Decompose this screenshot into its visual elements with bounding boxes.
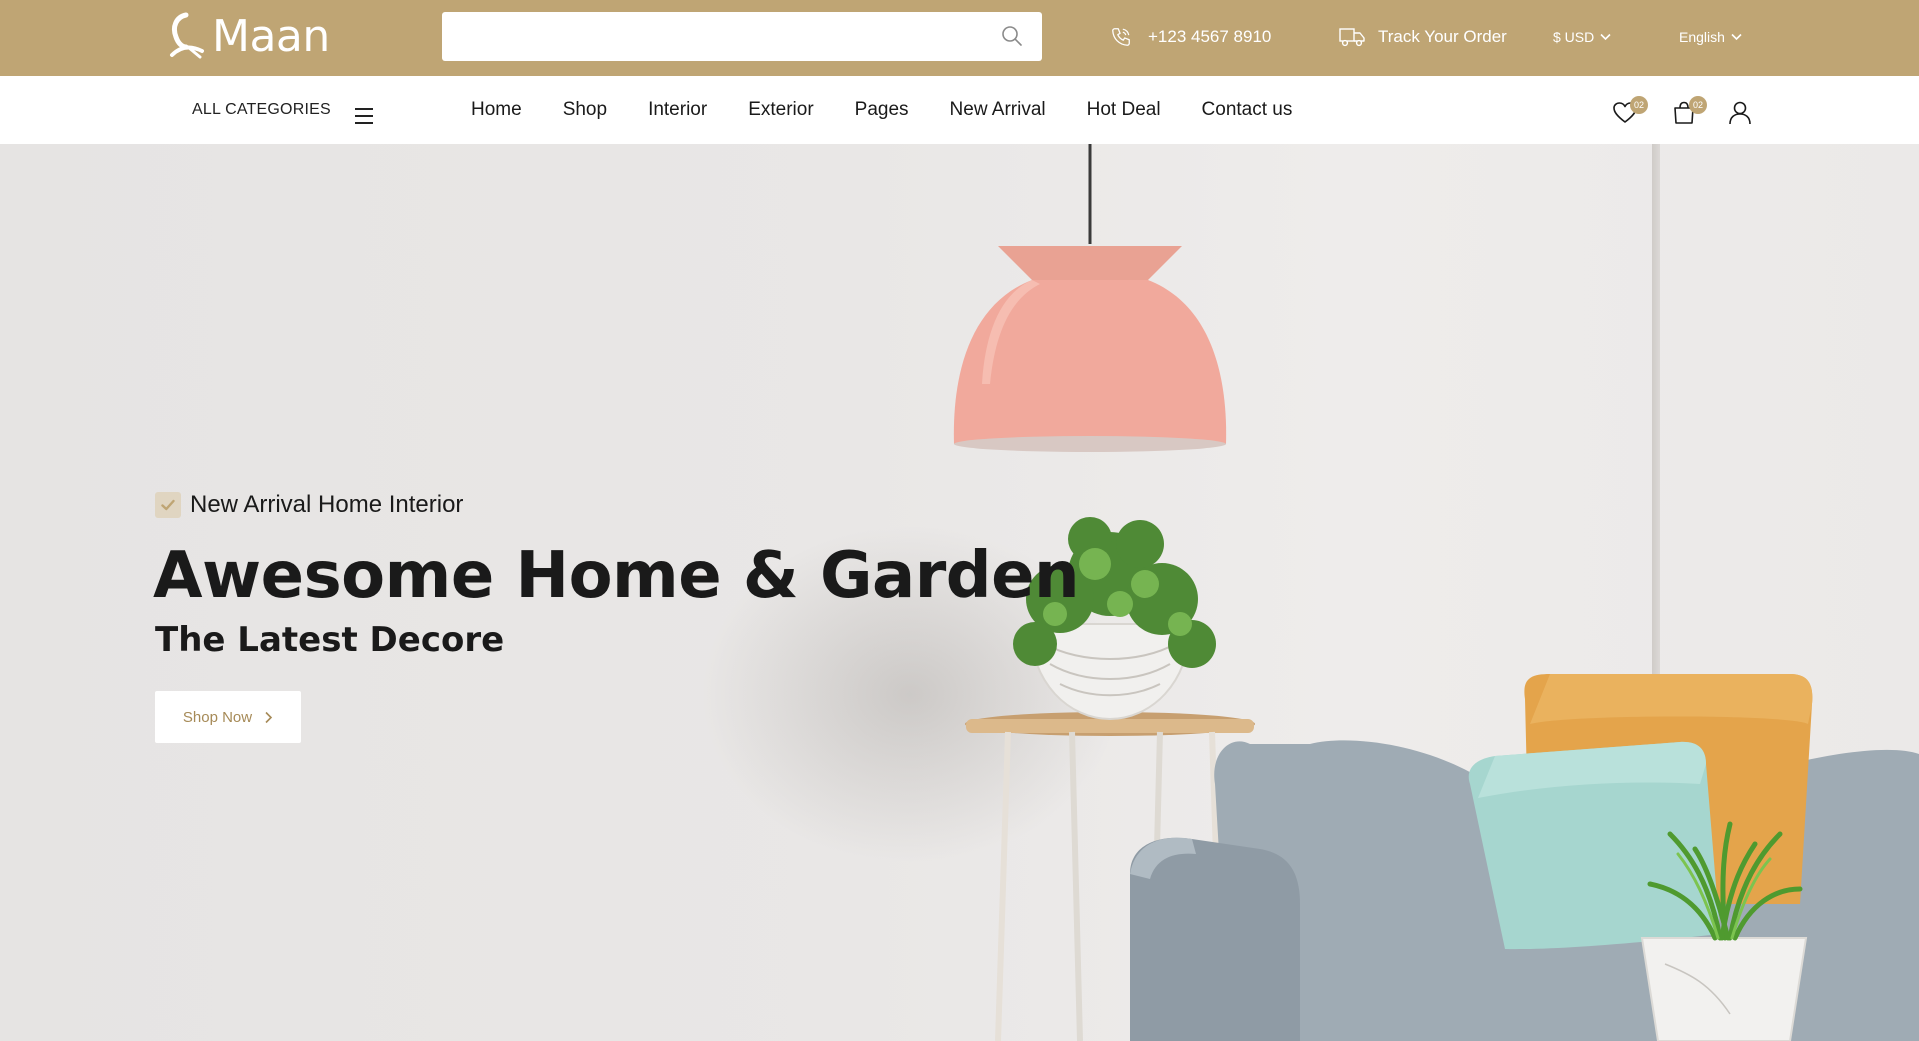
nav-link-exterior[interactable]: Exterior — [748, 96, 813, 124]
phone-number: +123 4567 8910 — [1148, 27, 1272, 46]
brand-name: Maan — [212, 10, 330, 62]
check-icon — [155, 492, 181, 518]
user-icon — [1729, 101, 1751, 125]
all-categories-button[interactable]: ALL CATEGORIES — [192, 98, 331, 122]
hero-subtitle: The Latest Decore — [155, 620, 505, 660]
shop-now-label: Shop Now — [182, 708, 253, 726]
track-order-link[interactable]: Track Your Order — [1338, 22, 1507, 52]
nav-link-new-arrival[interactable]: New Arrival — [950, 96, 1046, 124]
search-input[interactable] — [442, 12, 1042, 61]
logo-mark-icon — [170, 12, 204, 59]
language-selector[interactable]: English — [1679, 24, 1742, 50]
shop-now-button[interactable]: Shop Now — [155, 691, 301, 743]
nav-link-contact-us[interactable]: Contact us — [1202, 96, 1293, 124]
delivery-truck-icon — [1339, 28, 1365, 47]
top-bar: Maan +123 4567 8910 Track Your Order $ U… — [0, 0, 1919, 76]
phone-contact[interactable]: +123 4567 8910 — [1110, 22, 1271, 52]
nav-link-shop[interactable]: Shop — [563, 96, 607, 124]
hero-title: Awesome Home & Garden — [153, 539, 1080, 613]
account-button[interactable] — [1727, 100, 1757, 130]
wishlist-count-badge: 02 — [1630, 96, 1648, 114]
wishlist-button[interactable]: 02 — [1612, 96, 1648, 130]
nav-link-hot-deal[interactable]: Hot Deal — [1087, 96, 1161, 124]
hero-banner: New Arrival Home Interior Awesome Home &… — [0, 144, 1919, 1041]
search-icon[interactable] — [1000, 24, 1024, 48]
currency-selector[interactable]: $ USD — [1553, 24, 1611, 50]
language-label: English — [1679, 29, 1725, 45]
chevron-right-icon — [265, 711, 273, 723]
chevron-down-icon — [1731, 33, 1742, 41]
nav-link-pages[interactable]: Pages — [855, 96, 909, 124]
nav-link-interior[interactable]: Interior — [648, 96, 707, 124]
cart-count-badge: 02 — [1689, 96, 1707, 114]
hero-eyebrow-text: New Arrival Home Interior — [190, 491, 464, 518]
currency-label: $ USD — [1553, 29, 1595, 45]
track-order-label: Track Your Order — [1378, 27, 1507, 46]
main-menu: Home Shop Interior Exterior Pages New Ar… — [471, 96, 1292, 124]
cart-button[interactable]: 02 — [1671, 96, 1707, 130]
hero-eyebrow: New Arrival Home Interior — [155, 490, 463, 520]
phone-icon — [1112, 28, 1130, 46]
menu-icon[interactable] — [355, 108, 373, 124]
search-box — [442, 12, 1042, 61]
nav-link-home[interactable]: Home — [471, 96, 522, 124]
chevron-down-icon — [1600, 33, 1611, 41]
brand-logo[interactable]: Maan — [164, 10, 330, 62]
